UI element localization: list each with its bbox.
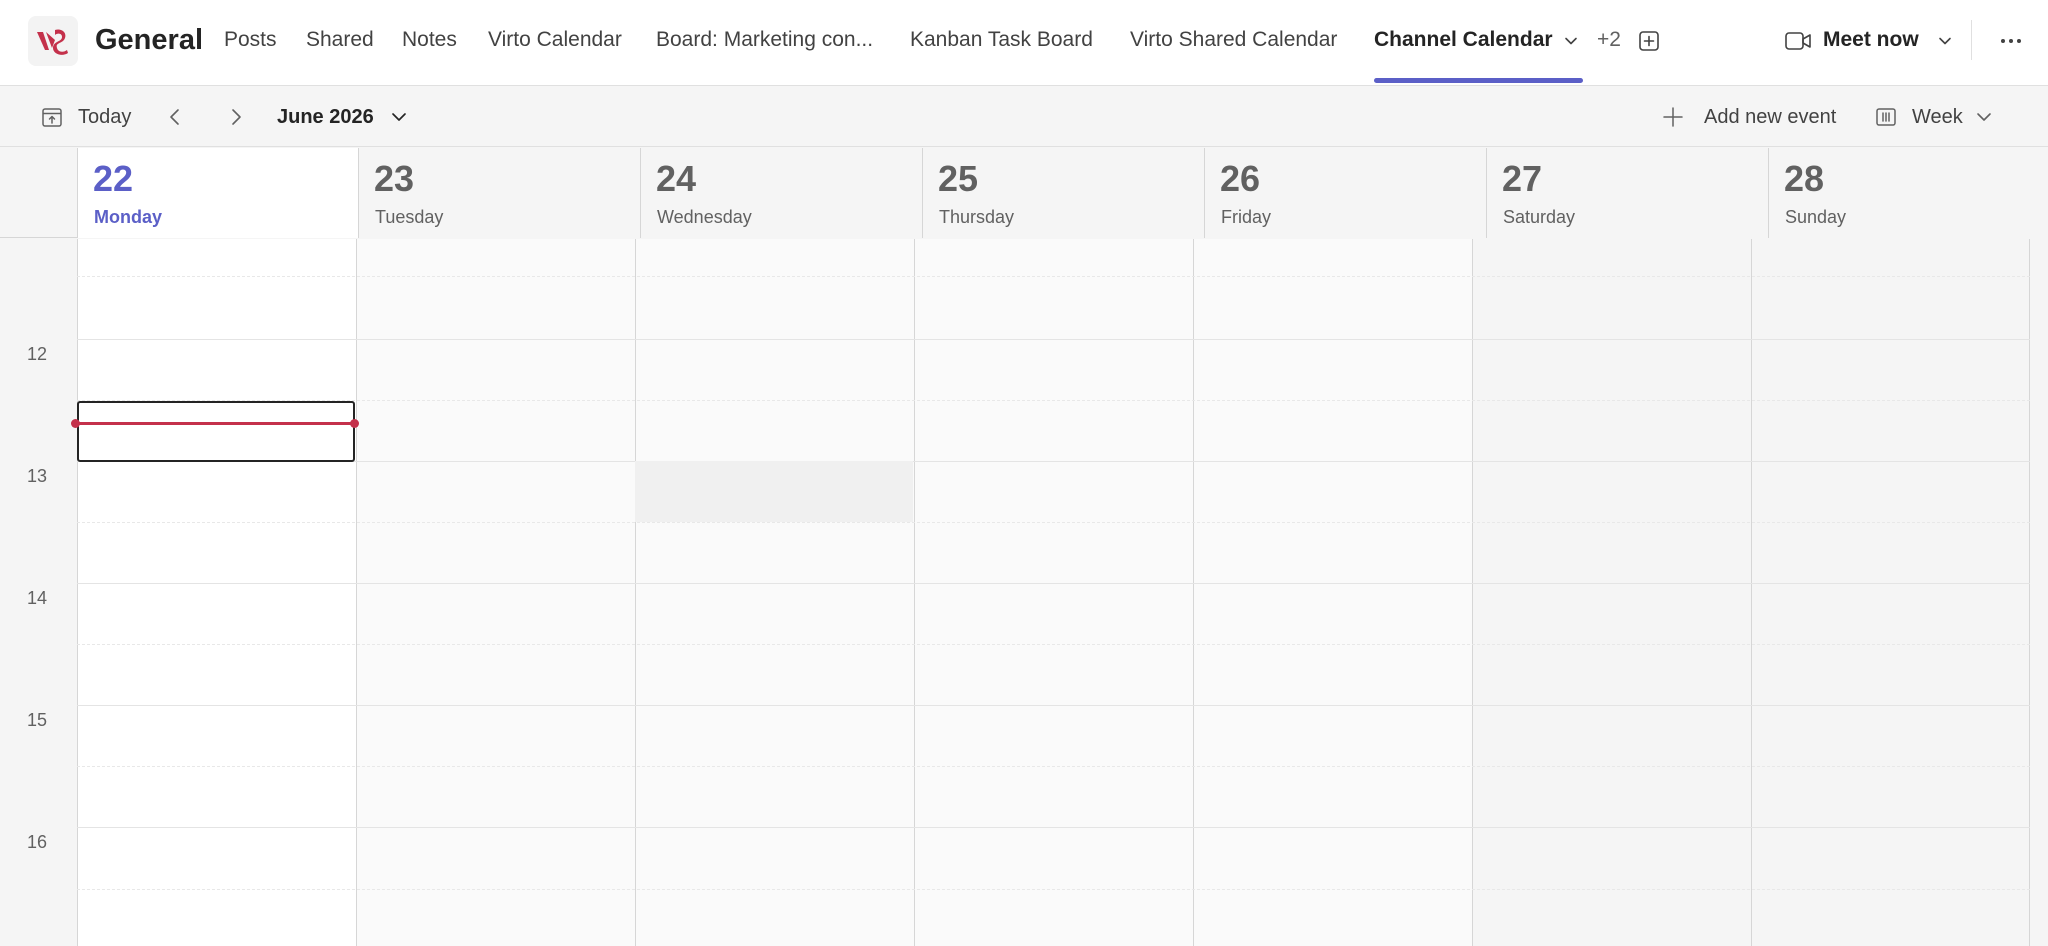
day-number: 24 <box>656 158 697 199</box>
half-hour-line <box>77 522 2030 523</box>
app-logo[interactable] <box>28 16 78 66</box>
half-hour-line <box>77 889 2030 890</box>
hour-line <box>77 461 2030 462</box>
half-hour-line <box>77 276 2030 277</box>
meet-now-button[interactable]: Meet now <box>1823 26 1919 54</box>
tab-kanban-task-board[interactable]: Kanban Task Board <box>910 26 1093 54</box>
day-number: 26 <box>1220 158 1261 199</box>
add-tab-icon[interactable] <box>1637 29 1661 53</box>
hour-line <box>77 339 2030 340</box>
day-header-friday[interactable]: 26 Friday <box>1204 148 1486 238</box>
hour-line <box>77 705 2030 706</box>
month-picker[interactable]: June 2026 <box>277 103 374 131</box>
day-header-wednesday[interactable]: 24 Wednesday <box>640 148 922 238</box>
calendar-toolbar: Today June 2026 Add new event Week <box>0 87 2048 147</box>
day-number: 22 <box>93 158 134 199</box>
day-header-saturday[interactable]: 27 Saturday <box>1486 148 1768 238</box>
day-name: Wednesday <box>657 207 752 227</box>
tab-virto-shared-calendar[interactable]: Virto Shared Calendar <box>1130 26 1337 54</box>
tab-virto-calendar[interactable]: Virto Calendar <box>488 26 622 54</box>
today-calendar-icon[interactable] <box>40 105 64 129</box>
day-columns <box>77 239 2030 946</box>
virto-logo-icon <box>37 29 68 55</box>
day-column-monday[interactable] <box>77 239 356 946</box>
hour-line <box>77 827 2030 828</box>
tab-posts[interactable]: Posts <box>224 26 277 54</box>
day-header-thursday[interactable]: 25 Thursday <box>922 148 1204 238</box>
hour-label-12: 12 <box>27 344 48 364</box>
more-tabs-button[interactable]: +2 <box>1597 26 1621 54</box>
hour-label-13: 13 <box>27 466 48 486</box>
day-header-tuesday[interactable]: 23 Tuesday <box>358 148 640 238</box>
half-hour-line <box>77 400 2030 401</box>
half-hour-line <box>77 766 2030 767</box>
day-column-friday[interactable] <box>1193 239 1472 946</box>
today-button[interactable]: Today <box>78 103 131 131</box>
day-number: 25 <box>938 158 979 199</box>
day-column-thursday[interactable] <box>914 239 1193 946</box>
view-switcher[interactable]: Week <box>1912 103 1963 131</box>
day-column-wednesday[interactable] <box>635 239 914 946</box>
week-view-icon[interactable] <box>1874 105 1898 129</box>
add-new-event-button[interactable]: Add new event <box>1704 103 1836 131</box>
video-camera-icon[interactable] <box>1784 28 1812 54</box>
current-time-dot <box>71 419 80 428</box>
half-hour-line <box>77 644 2030 645</box>
week-day-headers: 22 Monday 23 Tuesday 24 Wednesday 25 Thu… <box>0 148 2048 238</box>
day-name: Saturday <box>1503 207 1576 227</box>
chevron-down-icon[interactable] <box>1561 31 1581 51</box>
current-time-line <box>76 422 354 425</box>
day-name: Tuesday <box>375 207 444 227</box>
tab-notes[interactable]: Notes <box>402 26 457 54</box>
selected-time-slot[interactable] <box>77 401 355 462</box>
plus-icon[interactable] <box>1660 104 1686 130</box>
day-name: Thursday <box>939 207 1015 227</box>
day-column-tuesday[interactable] <box>356 239 635 946</box>
tab-channel-calendar[interactable]: Channel Calendar <box>1374 26 1553 54</box>
day-name: Monday <box>94 207 163 227</box>
day-name: Sunday <box>1785 207 1847 227</box>
hour-label-16: 16 <box>27 832 48 852</box>
chevron-right-icon[interactable] <box>224 105 248 129</box>
hour-line <box>77 583 2030 584</box>
active-tab-indicator <box>1374 78 1583 83</box>
day-number: 27 <box>1502 158 1543 199</box>
day-header-sunday[interactable]: 28 Sunday <box>1768 148 2048 238</box>
channel-name: General <box>95 24 203 56</box>
day-column-saturday[interactable] <box>1472 239 1751 946</box>
chevron-down-icon[interactable] <box>1974 107 1994 127</box>
tab-board-marketing[interactable]: Board: Marketing con... <box>656 26 873 54</box>
day-header-monday[interactable]: 22 Monday <box>77 148 358 238</box>
hour-label-15: 15 <box>27 710 48 730</box>
current-time-dot <box>350 419 359 428</box>
week-time-grid: 12 13 14 15 16 <box>0 239 2048 946</box>
header-divider <box>1971 20 1972 60</box>
more-options-icon[interactable] <box>1998 28 2024 54</box>
chevron-down-icon[interactable] <box>389 107 409 127</box>
hour-label-14: 14 <box>27 588 48 608</box>
day-column-sunday[interactable] <box>1751 239 2030 946</box>
chevron-left-icon[interactable] <box>163 105 187 129</box>
day-number: 28 <box>1784 158 1825 199</box>
channel-header: General Posts Shared Notes Virto Calenda… <box>0 0 2048 86</box>
day-name: Friday <box>1221 207 1272 227</box>
tab-shared[interactable]: Shared <box>306 26 374 54</box>
chevron-down-icon[interactable] <box>1935 31 1955 51</box>
hovered-time-slot[interactable] <box>635 461 913 522</box>
day-number: 23 <box>374 158 415 199</box>
